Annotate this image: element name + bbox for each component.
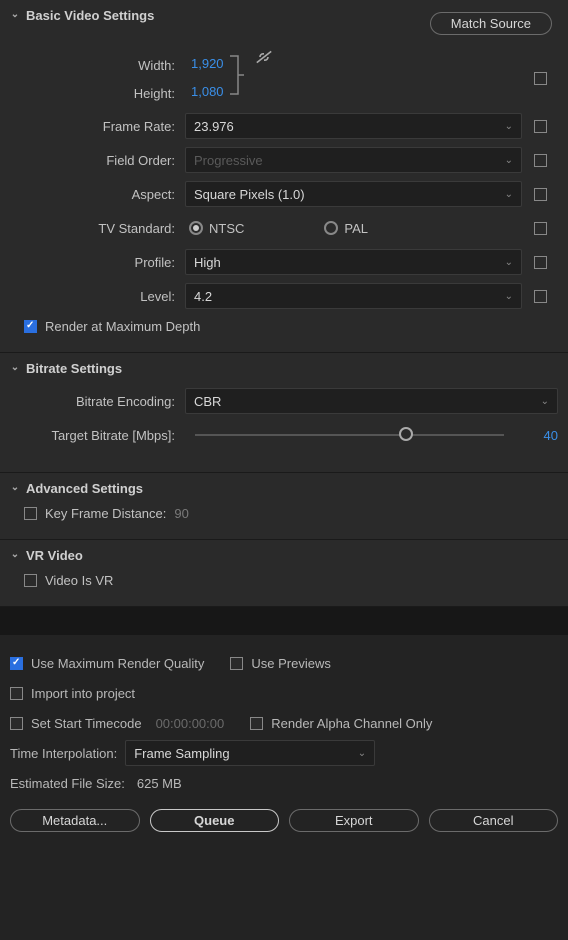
time-interpolation-dropdown[interactable]: Frame Sampling⌄ (125, 740, 375, 766)
estimated-file-size-label: Estimated File Size: (10, 776, 125, 791)
video-is-vr-checkbox[interactable] (24, 574, 37, 587)
queue-button[interactable]: Queue (150, 809, 280, 832)
aspect-lock-checkbox[interactable] (534, 188, 547, 201)
basic-video-section-header[interactable]: ⌄ Basic Video Settings (10, 8, 430, 23)
target-bitrate-slider[interactable] (195, 434, 504, 436)
vr-video-panel: ⌄ VR Video Video Is VR (0, 540, 568, 607)
set-start-timecode-checkbox[interactable] (10, 717, 23, 730)
field-order-lock-checkbox[interactable] (534, 154, 547, 167)
metadata-button[interactable]: Metadata... (10, 809, 140, 832)
max-render-quality-label: Use Maximum Render Quality (31, 656, 204, 671)
frame-rate-label: Frame Rate: (10, 119, 185, 134)
width-label: Width: (10, 51, 175, 79)
advanced-title: Advanced Settings (26, 481, 143, 496)
chevron-down-icon: ⌄ (10, 550, 20, 560)
video-is-vr-label: Video Is VR (45, 573, 113, 588)
ntsc-radio[interactable]: NTSC (189, 221, 244, 236)
field-order-dropdown: Progressive⌄ (185, 147, 522, 173)
aspect-dropdown[interactable]: Square Pixels (1.0)⌄ (185, 181, 522, 207)
height-label: Height: (10, 79, 175, 107)
profile-lock-checkbox[interactable] (534, 256, 547, 269)
bitrate-title: Bitrate Settings (26, 361, 122, 376)
level-dropdown[interactable]: 4.2⌄ (185, 283, 522, 309)
tv-standard-lock-checkbox[interactable] (534, 222, 547, 235)
basic-video-settings-panel: Match Source ⌄ Basic Video Settings Widt… (0, 0, 568, 353)
render-max-depth-checkbox[interactable] (24, 320, 37, 333)
frame-rate-dropdown[interactable]: 23.976⌄ (185, 113, 522, 139)
render-max-depth-label: Render at Maximum Depth (45, 319, 200, 334)
chevron-down-icon: ⌄ (10, 483, 20, 493)
export-button[interactable]: Export (289, 809, 419, 832)
cancel-button[interactable]: Cancel (429, 809, 559, 832)
keyframe-distance-checkbox[interactable] (24, 507, 37, 520)
use-previews-label: Use Previews (251, 656, 330, 671)
keyframe-distance-value: 90 (174, 506, 188, 521)
chevron-down-icon: ⌄ (10, 10, 20, 20)
use-previews-checkbox[interactable] (230, 657, 243, 670)
chevron-down-icon: ⌄ (10, 363, 20, 373)
width-value[interactable]: 1,920 (185, 56, 224, 71)
vr-title: VR Video (26, 548, 83, 563)
start-timecode-value: 00:00:00:00 (156, 716, 225, 731)
level-lock-checkbox[interactable] (534, 290, 547, 303)
render-alpha-label: Render Alpha Channel Only (271, 716, 432, 731)
render-alpha-checkbox[interactable] (250, 717, 263, 730)
bitrate-encoding-label: Bitrate Encoding: (10, 394, 185, 409)
bitrate-section-header[interactable]: ⌄ Bitrate Settings (10, 361, 558, 376)
profile-dropdown[interactable]: High⌄ (185, 249, 522, 275)
estimated-file-size-value: 625 MB (137, 776, 182, 791)
time-interpolation-label: Time Interpolation: (10, 746, 117, 761)
max-render-quality-checkbox[interactable] (10, 657, 23, 670)
import-into-project-label: Import into project (31, 686, 135, 701)
bitrate-settings-panel: ⌄ Bitrate Settings Bitrate Encoding: CBR… (0, 353, 568, 473)
frame-rate-lock-checkbox[interactable] (534, 120, 547, 133)
level-label: Level: (10, 289, 185, 304)
match-source-button[interactable]: Match Source (430, 12, 552, 35)
target-bitrate-label: Target Bitrate [Mbps]: (10, 428, 185, 443)
pal-radio[interactable]: PAL (324, 221, 368, 236)
set-start-timecode-label: Set Start Timecode (31, 716, 142, 731)
field-order-label: Field Order: (10, 153, 185, 168)
export-footer: Use Maximum Render Quality Use Previews … (0, 635, 568, 844)
unlink-icon[interactable] (254, 49, 274, 68)
aspect-label: Aspect: (10, 187, 185, 202)
profile-label: Profile: (10, 255, 185, 270)
advanced-settings-panel: ⌄ Advanced Settings Key Frame Distance: … (0, 473, 568, 540)
target-bitrate-value[interactable]: 40 (514, 428, 558, 443)
vr-section-header[interactable]: ⌄ VR Video (10, 548, 558, 563)
link-bracket-icon (224, 49, 250, 101)
dimensions-lock-checkbox[interactable] (534, 72, 547, 85)
slider-thumb[interactable] (399, 427, 413, 441)
import-into-project-checkbox[interactable] (10, 687, 23, 700)
height-value[interactable]: 1,080 (185, 84, 224, 99)
advanced-section-header[interactable]: ⌄ Advanced Settings (10, 481, 558, 496)
bitrate-encoding-dropdown[interactable]: CBR⌄ (185, 388, 558, 414)
tv-standard-label: TV Standard: (10, 221, 185, 236)
keyframe-distance-label: Key Frame Distance: (45, 506, 166, 521)
basic-video-title: Basic Video Settings (26, 8, 154, 23)
